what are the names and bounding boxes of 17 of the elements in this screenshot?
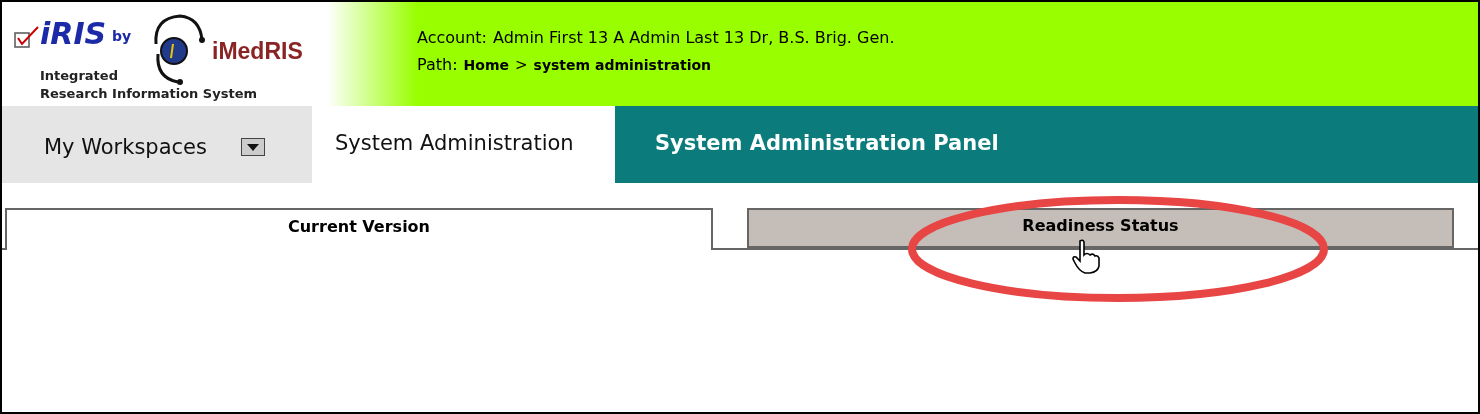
- path-label: Path:: [417, 55, 458, 74]
- breadcrumb-separator: >: [514, 56, 528, 74]
- account-label: Account:: [417, 28, 487, 47]
- panel-title: System Administration Panel: [615, 106, 1478, 183]
- breadcrumb-link[interactable]: Home: [463, 57, 509, 73]
- account-name: Admin First 13 A Admin Last 13 Dr, B.S. Brig. Gen.: [493, 28, 895, 47]
- logo-tagline: Research Information System: [40, 86, 257, 101]
- logo-product: iRIS: [40, 16, 107, 51]
- dropdown-icon[interactable]: [240, 137, 265, 156]
- tab[interactable]: Current Version: [5, 208, 713, 250]
- logo-tagline: Integrated: [40, 68, 118, 83]
- breadcrumb-link[interactable]: system administration: [533, 57, 712, 73]
- logo-by: by: [112, 28, 132, 44]
- nav-tab[interactable]: My Workspaces: [2, 106, 312, 183]
- logo-company: iMedRIS: [212, 38, 303, 65]
- checkbox-icon: [14, 26, 40, 48]
- tab[interactable]: Readiness Status: [747, 208, 1454, 248]
